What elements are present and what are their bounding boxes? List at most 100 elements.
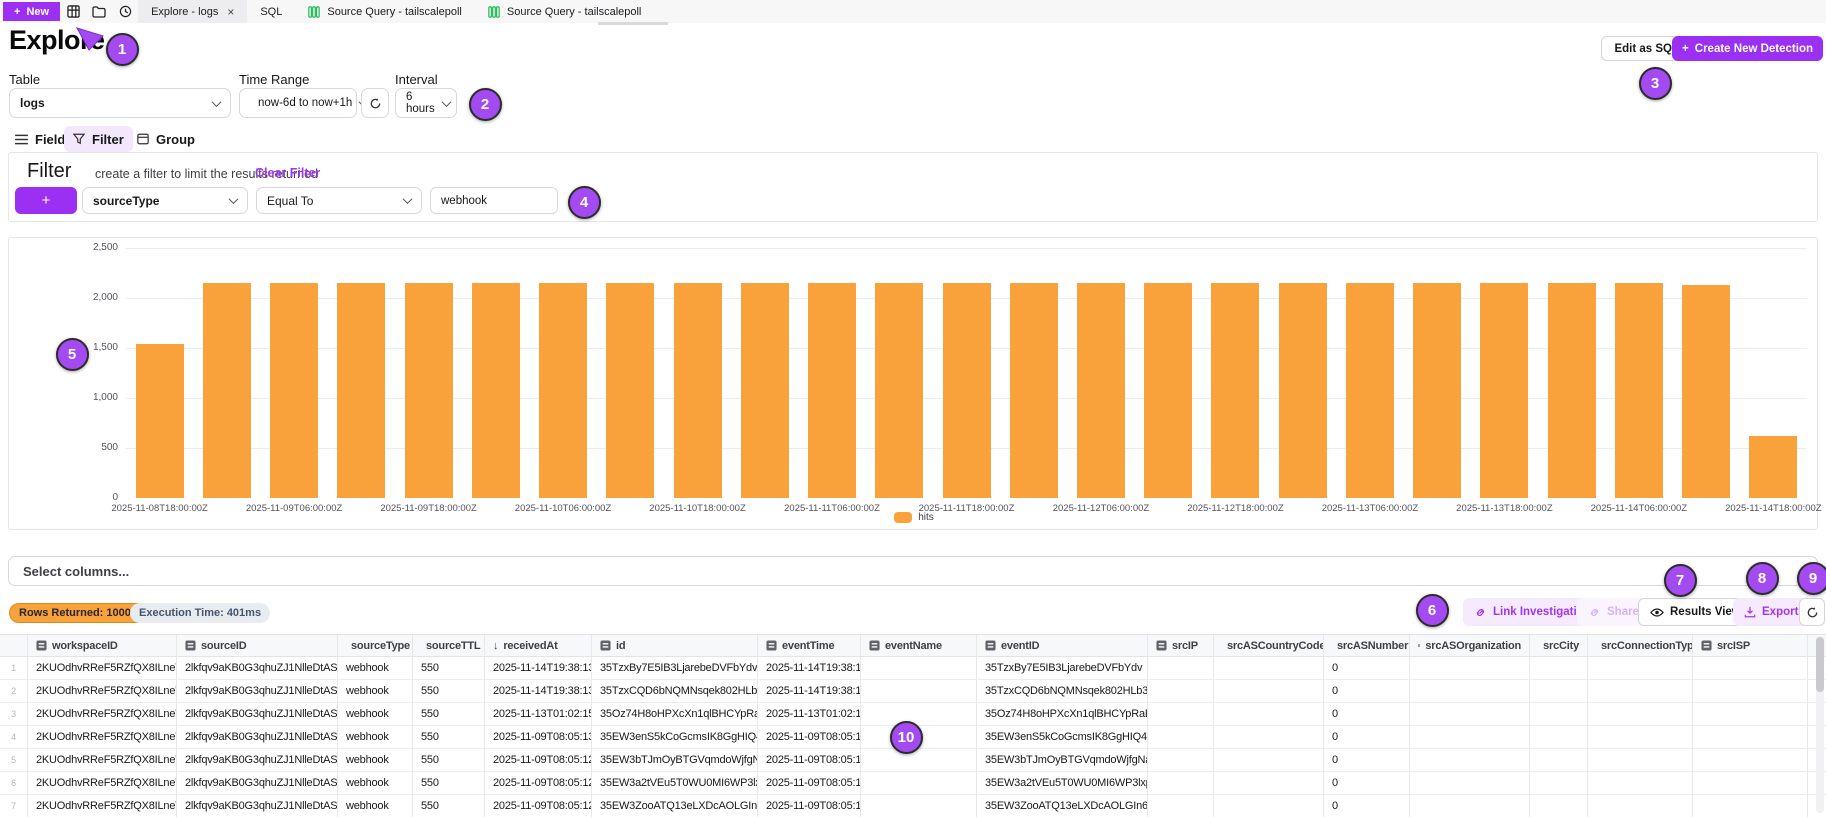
annotation-5: 5 xyxy=(56,338,89,371)
table-row[interactable]: 12KUOdhvRReF5RZfQX8ILneT4fSd2lkfqv9aKB0G… xyxy=(0,657,1826,680)
create-new-detection-button[interactable]: + Create New Detection xyxy=(1672,36,1823,61)
column-header-sourceType[interactable]: sourceType xyxy=(338,635,413,656)
column-name: id xyxy=(616,640,625,652)
cell-sourceType: webhook xyxy=(338,749,413,771)
column-header-sourceID[interactable]: sourceID xyxy=(177,635,338,656)
cell-eventID: 35EW3ZooATQ13eLXDcAOLGIn6pL xyxy=(977,795,1148,817)
bar-2025-11-10T18:00:00Z[interactable] xyxy=(674,283,722,498)
table-row[interactable]: 22KUOdhvRReF5RZfQX8ILneT4fSd2lkfqv9aKB0G… xyxy=(0,680,1826,703)
table-row[interactable]: 62KUOdhvRReF5RZfQX8ILneT4fSd2lkfqv9aKB0G… xyxy=(0,772,1826,795)
column-name: eventTime xyxy=(782,640,834,652)
folder-icon[interactable] xyxy=(86,0,112,23)
bar-2025-11-14T12:00:00Z[interactable] xyxy=(1682,285,1730,498)
bar-2025-11-12T00:00:00Z[interactable] xyxy=(1010,283,1058,498)
bar-2025-11-13T00:00:00Z[interactable] xyxy=(1279,283,1327,498)
bar-2025-11-14T00:00:00Z[interactable] xyxy=(1548,283,1596,498)
column-header-srcConnectionType[interactable]: srcConnectionType xyxy=(1588,635,1693,656)
export-button[interactable]: Export xyxy=(1733,598,1809,626)
download-icon xyxy=(1744,606,1756,619)
filter-operator-select[interactable]: Equal To xyxy=(256,187,422,214)
tab-sql[interactable]: SQL xyxy=(247,0,295,23)
column-header-srcISP[interactable]: srcISP xyxy=(1693,635,1808,656)
bar-2025-11-09T06:00:00Z[interactable] xyxy=(270,283,318,498)
column-header-workspaceID[interactable]: workspaceID xyxy=(28,635,177,656)
bar-2025-11-10T06:00:00Z[interactable] xyxy=(539,283,587,498)
cell-receivedAt: 2025-11-14T19:38:13Z xyxy=(485,657,592,679)
column-header-id[interactable]: id xyxy=(592,635,758,656)
tab-filter[interactable]: Filter xyxy=(64,126,133,152)
table-select[interactable]: logs xyxy=(9,88,231,118)
column-header-srcASCountryCode[interactable]: srcASCountryCode xyxy=(1214,635,1324,656)
field-icon xyxy=(36,640,47,651)
link-icon xyxy=(1588,606,1601,619)
tab-label: Explore - logs xyxy=(151,6,218,18)
column-name: sourceTTL xyxy=(426,640,480,652)
interval-select[interactable]: 6 hours xyxy=(395,88,457,118)
bar-2025-11-09T00:00:00Z[interactable] xyxy=(203,283,251,498)
tab-source-query-tailscalepoll[interactable]: Source Query - tailscalepoll xyxy=(295,0,475,23)
cell-eventID: 35TzxCQD6bNQMNsqek802HLb3hf xyxy=(977,680,1148,702)
bar-2025-11-12T18:00:00Z[interactable] xyxy=(1211,283,1259,498)
bar-2025-11-13T12:00:00Z[interactable] xyxy=(1413,283,1461,498)
bar-2025-11-11T18:00:00Z[interactable] xyxy=(943,283,991,498)
column-header-srcASNumber[interactable]: srcASNumber xyxy=(1324,635,1410,656)
bar-2025-11-08T18:00:00Z[interactable] xyxy=(136,344,184,498)
column-header-srcCity[interactable]: srcCity xyxy=(1530,635,1588,656)
bar-2025-11-10T12:00:00Z[interactable] xyxy=(606,283,654,498)
column-header-receivedAt[interactable]: ↓receivedAt xyxy=(485,635,592,656)
bar-2025-11-11T06:00:00Z[interactable] xyxy=(808,283,856,498)
bar-2025-11-09T18:00:00Z[interactable] xyxy=(405,283,453,498)
cell-eventTime: 2025-11-14T19:38:13Z xyxy=(758,680,861,702)
close-icon[interactable]: × xyxy=(227,5,234,19)
time-range-select[interactable]: now-6d to now+1h xyxy=(239,88,357,118)
bar-2025-11-13T06:00:00Z[interactable] xyxy=(1346,283,1394,498)
column-header-srcIP[interactable]: srcIP xyxy=(1148,635,1214,656)
bar-2025-11-12T12:00:00Z[interactable] xyxy=(1144,283,1192,498)
bar-2025-11-14T06:00:00Z[interactable] xyxy=(1615,283,1663,498)
column-header-eventTime[interactable]: eventTime xyxy=(758,635,861,656)
filter-value-input[interactable] xyxy=(430,187,558,214)
add-filter-button[interactable]: + xyxy=(15,187,77,214)
tab-explore-logs[interactable]: Explore - logs × xyxy=(138,0,247,23)
column-header-sourceTTL[interactable]: sourceTTL xyxy=(413,635,485,656)
scrollbar-thumb[interactable] xyxy=(1816,637,1824,692)
refresh-time-range-button[interactable] xyxy=(361,88,389,118)
table-grid-icon[interactable] xyxy=(60,0,86,23)
bar-2025-11-11T00:00:00Z[interactable] xyxy=(741,283,789,498)
x-axis-tick: 2025-11-14T18:00:00Z xyxy=(1708,503,1826,514)
x-axis-tick: 2025-11-10T18:00:00Z xyxy=(633,503,763,514)
tab-list: Explore - logs×SQLSource Query - tailsca… xyxy=(138,0,654,23)
gridline xyxy=(126,248,1807,249)
cell-sourceID: 2lkfqv9aKB0G3qhuZJ1NlleDtAS xyxy=(177,795,338,817)
column-header-eventName[interactable]: eventName xyxy=(861,635,977,656)
row-number: 3 xyxy=(0,703,28,725)
row-number: 5 xyxy=(0,749,28,771)
bar-2025-11-11T12:00:00Z[interactable] xyxy=(875,283,923,498)
tab-underline xyxy=(598,22,668,25)
tab-source-query-tailscalepoll[interactable]: Source Query - tailscalepoll xyxy=(475,0,655,23)
clear-filter-link[interactable]: Clear Filter xyxy=(255,166,320,180)
bar-2025-11-12T06:00:00Z[interactable] xyxy=(1077,283,1125,498)
bar-2025-11-13T18:00:00Z[interactable] xyxy=(1480,283,1528,498)
new-tab-button[interactable]: + New xyxy=(3,2,60,21)
bar-2025-11-10T00:00:00Z[interactable] xyxy=(472,283,520,498)
refresh-results-button[interactable] xyxy=(1799,598,1825,626)
column-name: srcASNumber xyxy=(1337,640,1408,652)
column-header-eventID[interactable]: eventID xyxy=(977,635,1148,656)
bar-2025-11-09T12:00:00Z[interactable] xyxy=(337,283,385,498)
interval-value: 6 hours xyxy=(406,91,435,115)
cell-srcIP xyxy=(1148,795,1214,817)
x-axis-tick: 2025-11-11T18:00:00Z xyxy=(902,503,1032,514)
cell-srcASCountryCode xyxy=(1214,703,1324,725)
cell-srcConnectionType xyxy=(1588,726,1693,748)
cell-sourceID: 2lkfqv9aKB0G3qhuZJ1NlleDtAS xyxy=(177,772,338,794)
tab-group[interactable]: Group xyxy=(128,126,204,152)
vertical-scrollbar[interactable] xyxy=(1816,637,1824,813)
column-header-srcASOrganization[interactable]: srcASOrganization xyxy=(1410,635,1530,656)
cell-srcCity xyxy=(1530,680,1588,702)
bar-2025-11-14T18:00:00Z[interactable] xyxy=(1749,436,1797,498)
select-columns-input[interactable] xyxy=(8,556,1818,586)
history-icon[interactable] xyxy=(112,0,138,23)
table-row[interactable]: 72KUOdhvRReF5RZfQX8ILneT4fSd2lkfqv9aKB0G… xyxy=(0,795,1826,817)
filter-field-select[interactable]: sourceType xyxy=(82,187,248,214)
